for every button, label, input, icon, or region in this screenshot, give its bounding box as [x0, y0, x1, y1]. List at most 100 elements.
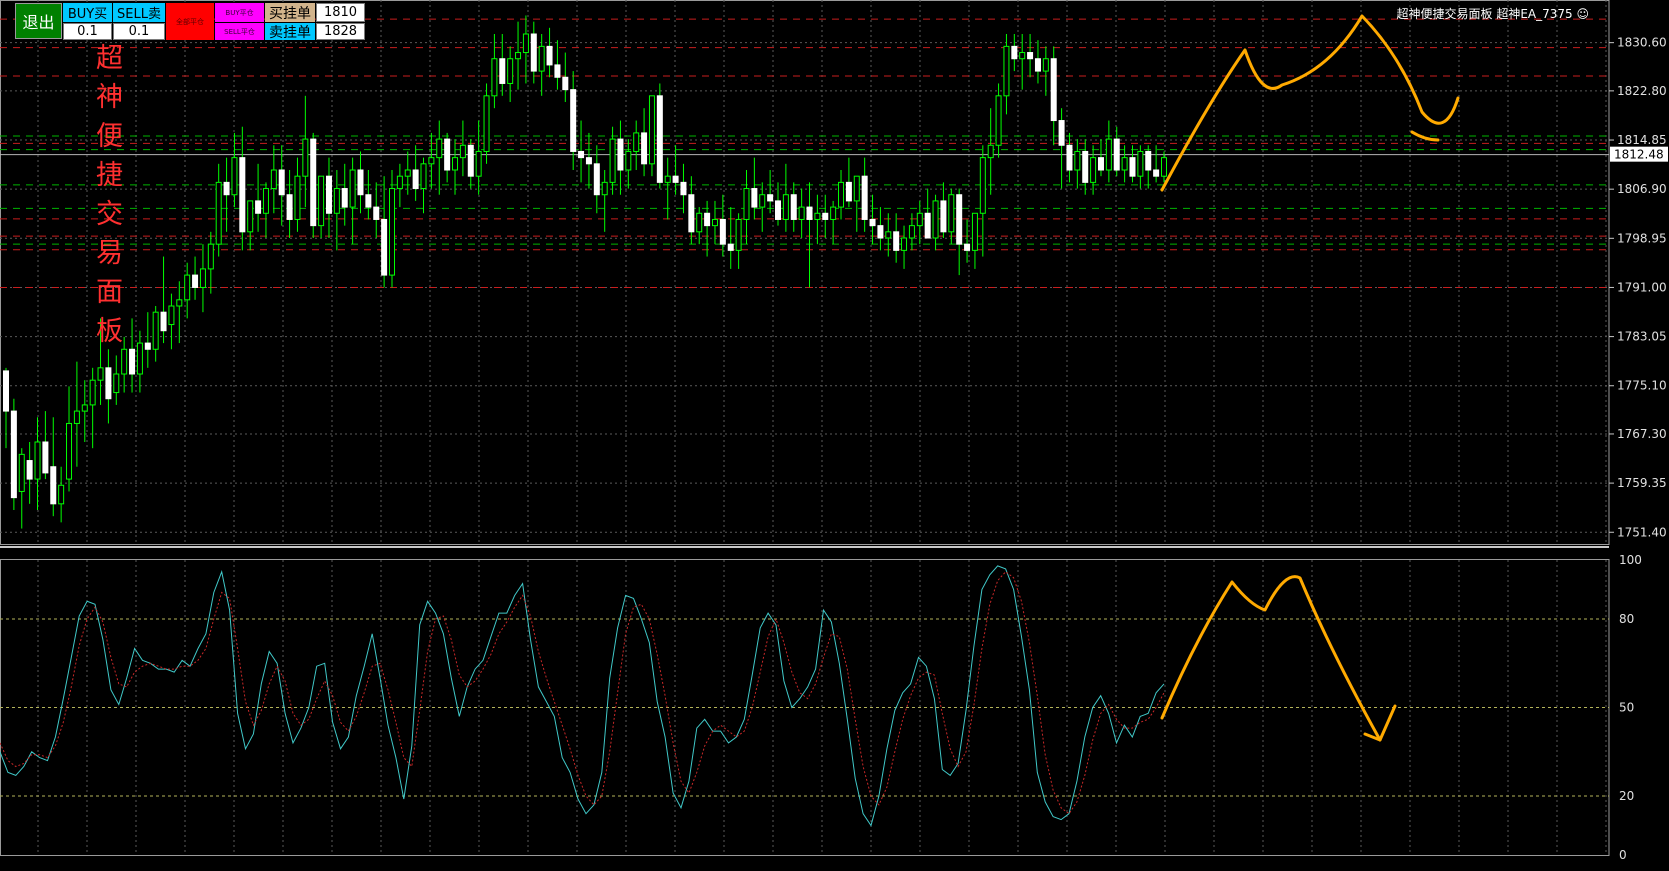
candle — [751, 157, 758, 220]
price-chart[interactable]: 1830.60 1822.80 1814.85 1806.90 1798.95 1791.… — [0, 0, 1669, 871]
candle — [641, 108, 648, 177]
candle — [467, 139, 474, 189]
candle-body-up — [404, 169, 411, 177]
candle — [838, 170, 845, 220]
candle — [286, 170, 293, 238]
candle — [136, 330, 143, 393]
candle — [759, 182, 766, 232]
candle-body-up — [1161, 157, 1167, 177]
candle — [144, 312, 151, 368]
candle-body-up — [743, 188, 750, 220]
candle-body-up — [648, 95, 655, 165]
candle — [1105, 120, 1112, 183]
candle — [223, 157, 230, 232]
candle-body-down — [656, 95, 663, 183]
close-all-button[interactable]: 全部平仓 — [166, 3, 214, 40]
candle — [664, 157, 671, 220]
candle — [995, 83, 1002, 158]
candle — [814, 194, 821, 245]
sell-pending-button[interactable]: 卖挂单 — [265, 23, 315, 40]
candle — [735, 213, 742, 269]
price-tick-label: 1751.40 — [1617, 525, 1667, 539]
candle-body-down — [562, 76, 569, 91]
candle-body-up — [89, 379, 96, 406]
candle — [680, 163, 687, 214]
candle-body-up — [318, 175, 325, 227]
candle-body-down — [1097, 157, 1104, 171]
candle — [916, 200, 923, 245]
candle-body-up — [987, 144, 994, 159]
candle-body-down — [956, 194, 963, 245]
candle — [546, 27, 553, 78]
exit-button[interactable]: 退出 — [15, 3, 62, 39]
forecast-path-oscillator — [1160, 575, 1397, 742]
candle-body-down — [50, 466, 57, 505]
candle — [381, 176, 388, 288]
candle-body-up — [215, 181, 222, 245]
price-tick-label: 1783.05 — [1617, 330, 1667, 344]
candle — [199, 244, 206, 313]
ea-title-text: 超神便捷交易面板 超神EA_7375 — [1396, 7, 1573, 21]
candle-body-down — [499, 58, 506, 84]
candle — [562, 52, 569, 102]
sell-close-button[interactable]: SELL平仓 — [215, 23, 264, 40]
candle — [940, 182, 947, 238]
candle — [168, 293, 175, 350]
candle — [459, 120, 466, 177]
candle — [688, 176, 695, 245]
candle — [625, 139, 632, 189]
candle-body-up — [73, 410, 80, 424]
candle — [452, 139, 459, 195]
candle-body-down — [845, 181, 852, 202]
ea-title: 超神便捷交易面板 超神EA_7375 ☺ — [1397, 5, 1590, 22]
candle — [192, 256, 199, 300]
candle-body-down — [1050, 58, 1057, 122]
candle — [861, 157, 868, 232]
sell-pending-price-input[interactable]: 1828 — [316, 23, 365, 40]
price-tick-label: 1814.85 — [1617, 133, 1667, 147]
candle-body-down — [806, 206, 813, 220]
candle-body-up — [1105, 138, 1112, 171]
price-tick-label: 1759.35 — [1617, 476, 1667, 490]
candle — [412, 145, 419, 201]
buy-pending-button[interactable]: 买挂单 — [265, 3, 315, 22]
candle-body-down — [1011, 45, 1018, 60]
candle — [507, 46, 514, 102]
candle — [302, 95, 309, 208]
candle-body-down — [286, 194, 293, 220]
price-tick-label: 1806.90 — [1617, 182, 1667, 196]
candle-body-up — [782, 194, 789, 220]
candle — [924, 188, 931, 239]
candle — [1011, 34, 1018, 72]
buy-close-button[interactable]: BUY平仓 — [215, 3, 264, 22]
sell-button[interactable]: SELL卖 — [113, 3, 165, 22]
candle-body-up — [428, 157, 435, 165]
candle-body-down — [144, 342, 151, 350]
candle-body-up — [625, 150, 632, 171]
candle-body-down — [822, 212, 829, 220]
candle — [672, 145, 679, 195]
candle — [530, 21, 537, 84]
buy-button[interactable]: BUY买 — [63, 3, 112, 22]
candle — [790, 182, 797, 232]
level-lines — [0, 18, 1609, 797]
candle-body-up — [830, 206, 837, 220]
candle-body-down — [940, 200, 947, 233]
candle-body-up — [302, 138, 309, 177]
price-tick-label: 1830.60 — [1617, 36, 1667, 50]
candle — [50, 417, 57, 517]
candle — [66, 386, 73, 492]
candle — [633, 120, 640, 170]
candle — [656, 83, 663, 189]
candle-body-up — [459, 144, 466, 159]
buy-pending-price-input[interactable]: 1810 — [316, 3, 365, 22]
candle — [877, 207, 884, 251]
candle-body-up — [633, 132, 640, 152]
candle — [270, 145, 277, 214]
candle — [1097, 139, 1104, 177]
candle — [231, 132, 238, 208]
candle-body-up — [1137, 150, 1144, 177]
candle-body-up — [979, 157, 986, 214]
price-tick-label: 1798.95 — [1617, 231, 1667, 245]
candle — [389, 170, 395, 288]
